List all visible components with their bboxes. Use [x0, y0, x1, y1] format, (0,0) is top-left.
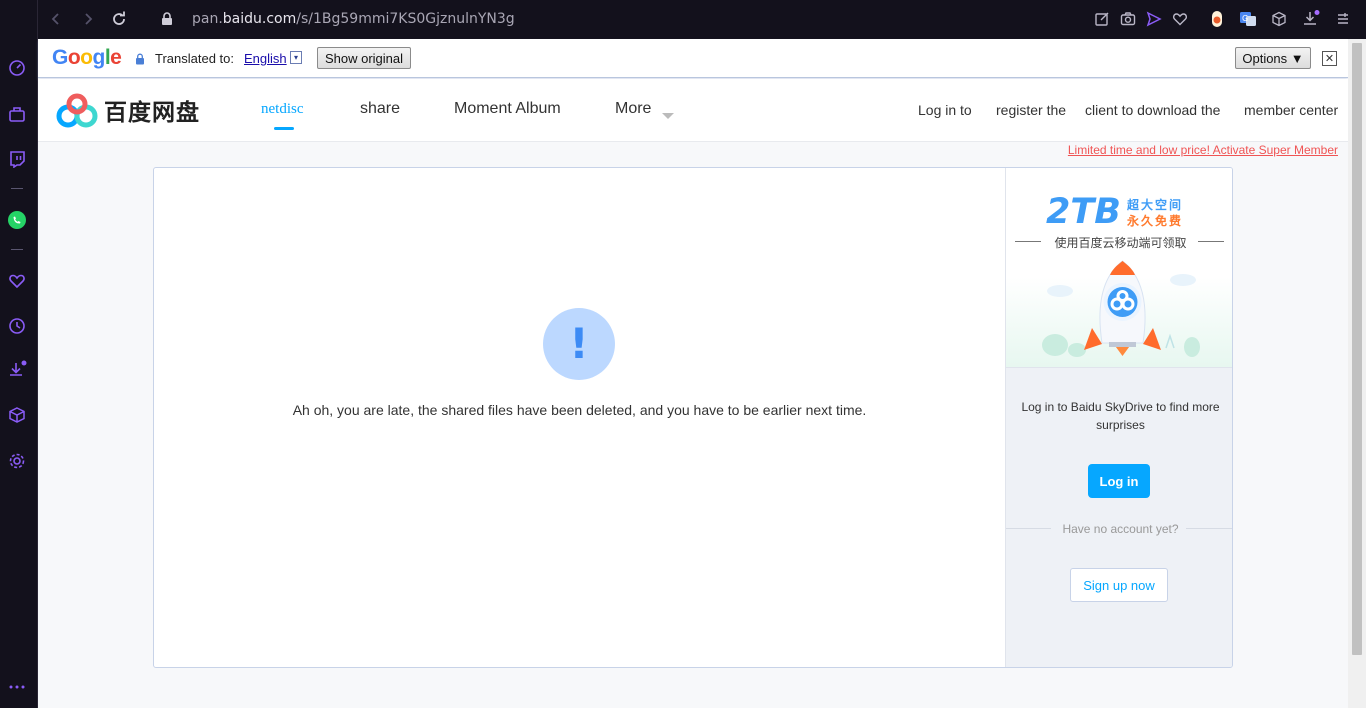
sign-up-button[interactable]: Sign up now — [1070, 568, 1168, 602]
ad-divider — [1198, 241, 1224, 242]
language-dropdown-icon[interactable]: ▾ — [290, 51, 302, 64]
history-icon[interactable] — [7, 316, 27, 336]
google-translate-bar: Google Translated to: English ▾ Show ori… — [38, 39, 1348, 78]
rocket-illustration-icon — [1040, 258, 1205, 368]
site-header: 百度网盘 netdisc share Moment Album More Log… — [38, 79, 1348, 142]
super-member-promo-link[interactable]: Limited time and low price! Activate Sup… — [1068, 143, 1338, 157]
login-button[interactable]: Log in — [1088, 464, 1150, 498]
ad-subtitle: 使用百度云移动端可领取 — [1054, 236, 1187, 250]
bag-icon[interactable] — [7, 104, 27, 124]
ad-headline-1: 超大空间 — [1127, 198, 1184, 212]
caret-down-icon[interactable] — [662, 107, 674, 125]
member-center-link[interactable]: member center — [1244, 102, 1338, 118]
cube-icon[interactable] — [1270, 10, 1288, 28]
lock-icon[interactable] — [158, 10, 176, 28]
baidu-netdisk-logo-icon[interactable] — [56, 93, 98, 134]
login-link[interactable]: Log in to — [918, 102, 972, 118]
promo-ad-banner[interactable]: 2TB 超大空间 永久免费 使用百度云移动端可领取 — [1006, 168, 1232, 368]
more-dots-icon[interactable] — [7, 677, 27, 697]
settings-gear-icon[interactable] — [7, 451, 27, 471]
page-scrollbar[interactable] — [1348, 39, 1366, 708]
translate-extension-icon[interactable]: G — [1239, 10, 1257, 28]
warning-symbol: ! — [569, 319, 589, 368]
back-icon[interactable] — [47, 10, 65, 28]
nav-share[interactable]: share — [360, 100, 400, 118]
warning-icon: ! — [543, 308, 615, 380]
google-logo: Google — [52, 46, 122, 69]
sidebar-separator — [11, 249, 23, 250]
ad-headline-2: 永久免费 — [1127, 214, 1184, 228]
client-download-link[interactable]: client to download the — [1085, 102, 1220, 118]
cube-icon[interactable] — [7, 405, 27, 425]
close-translate-bar-icon[interactable]: ✕ — [1322, 51, 1337, 66]
twitch-icon[interactable] — [7, 149, 27, 169]
share-deleted-message: Ah oh, you are late, the shared files ha… — [292, 402, 867, 418]
register-link[interactable]: register the — [996, 102, 1066, 118]
no-account-text: Have no account yet? — [1062, 522, 1179, 536]
speed-dial-icon[interactable] — [7, 58, 27, 78]
login-prompt-text: Log in to Baidu SkyDrive to find more su… — [1021, 400, 1220, 432]
camera-icon[interactable] — [1119, 10, 1137, 28]
downloads-icon[interactable] — [1302, 10, 1320, 28]
forward-icon[interactable] — [79, 10, 97, 28]
browser-toolbar: pan.baidu.com/s/1Bg59mmi7KS0GjznulnYN3g … — [38, 0, 1366, 39]
lock-icon — [135, 52, 145, 70]
svg-text:G: G — [1242, 14, 1248, 23]
logo-text[interactable]: 百度网盘 — [104, 93, 200, 127]
menu-icon[interactable] — [1334, 10, 1352, 28]
active-tab-indicator — [274, 127, 294, 130]
options-button[interactable]: Options ▼ — [1235, 47, 1311, 69]
address-bar-url[interactable]: pan.baidu.com/s/1Bg59mmi7KS0GjznulnYN3g — [192, 11, 515, 27]
divider-line — [1186, 528, 1232, 529]
edit-icon[interactable] — [1093, 10, 1111, 28]
scrollbar-thumb[interactable] — [1352, 43, 1362, 655]
whatsapp-icon[interactable] — [7, 210, 27, 230]
heart-icon[interactable] — [7, 271, 27, 291]
nav-netdisc[interactable]: netdisc — [261, 101, 304, 118]
share-card: ! Ah oh, you are late, the shared files … — [153, 167, 1233, 668]
heart-icon[interactable] — [1171, 10, 1189, 28]
reload-icon[interactable] — [110, 10, 128, 28]
page-content: Limited time and low price! Activate Sup… — [38, 142, 1348, 708]
browser-sidebar — [0, 0, 38, 708]
downloads-icon[interactable] — [7, 360, 27, 380]
target-language-link[interactable]: English — [244, 51, 287, 66]
send-icon[interactable] — [1145, 10, 1163, 28]
show-original-button[interactable]: Show original — [317, 47, 411, 69]
sidebar-separator — [11, 188, 23, 189]
nav-moment-album[interactable]: Moment Album — [454, 100, 561, 118]
extension-badge-icon[interactable] — [1208, 10, 1226, 28]
nav-more[interactable]: More — [615, 100, 651, 118]
translated-to-label: Translated to: — [155, 51, 235, 66]
ad-2tb-text: 2TB — [1046, 192, 1121, 232]
login-side-panel: 2TB 超大空间 永久免费 使用百度云移动端可领取 Log in to Baid… — [1005, 168, 1232, 667]
